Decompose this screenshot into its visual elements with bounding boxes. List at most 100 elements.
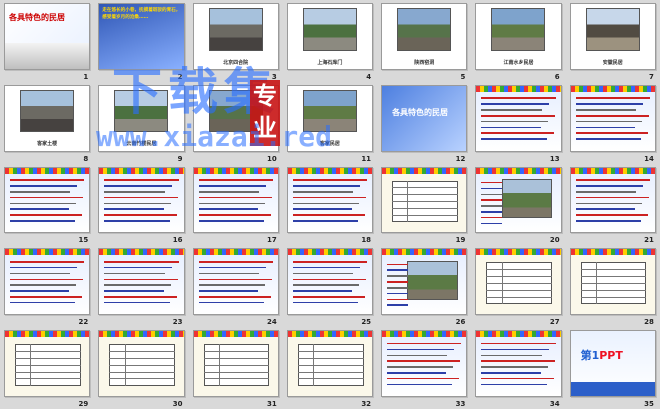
slide-thumbnail[interactable] (192, 248, 279, 316)
slide-cell: 15 (0, 164, 94, 246)
text-line (198, 220, 264, 222)
slide-thumbnail[interactable]: 各具特色的民居 (4, 3, 91, 70)
slide-thumbnail[interactable] (98, 330, 185, 397)
text-line (481, 383, 547, 386)
text-line (292, 296, 366, 298)
slide-cell: 26 (377, 245, 471, 327)
text-line (575, 214, 648, 216)
text-line (387, 298, 409, 301)
slide-thumbnail[interactable]: 陕西窑洞 (381, 3, 468, 70)
slide-caption: 客家土楼 (37, 141, 58, 148)
text-line (10, 179, 85, 181)
slide-cell: 30 (94, 327, 188, 409)
decorative-color-bar (570, 249, 655, 256)
text-line (198, 190, 259, 193)
text-line (481, 377, 554, 380)
slide-photo (208, 89, 263, 133)
slide-caption: 陕西窑洞 (414, 59, 435, 66)
decorative-color-bar (99, 167, 184, 174)
slide-number: 14 (644, 154, 654, 163)
slide-thumbnail[interactable]: 云南竹楼民居 (98, 84, 185, 152)
text-line (481, 360, 555, 362)
slide-thumbnail[interactable]: 江南水乡民居 (475, 3, 562, 70)
slide-thumbnail[interactable] (286, 166, 374, 234)
decorative-color-bar (193, 249, 278, 256)
slide-cell: 江南水乡民居 6 (471, 0, 565, 82)
text-line (10, 190, 71, 193)
slide-thumbnail[interactable] (381, 166, 468, 234)
slide-number: 19 (455, 236, 466, 245)
slide-thumbnail[interactable]: 客家土楼 (4, 84, 91, 152)
slide-thumbnail[interactable] (381, 248, 468, 316)
slide-thumbnail[interactable] (569, 166, 656, 234)
slide-thumbnail[interactable]: 各具特色的民居 (381, 84, 468, 152)
slide-number: 17 (267, 236, 277, 245)
slide-sorter-grid: 各具特色的民居 1 走在悠长的小巷，抚摸着斑驳的青石，感受着岁月的沧桑…… 2 北京四合… (0, 0, 660, 409)
text-line (575, 220, 641, 222)
text-line (10, 208, 70, 210)
text-line (575, 120, 642, 123)
text-line (198, 261, 273, 263)
slide-number: 24 (267, 318, 277, 327)
slide-number: 2 (177, 72, 183, 81)
slide-number: 13 (549, 154, 560, 163)
slide-thumbnail[interactable] (192, 330, 279, 397)
text-line (575, 132, 648, 135)
text-line (387, 360, 461, 362)
text-line (10, 284, 77, 286)
slide-number: 18 (361, 236, 372, 245)
slide-thumbnail[interactable] (98, 248, 185, 316)
slide-thumbnail[interactable] (569, 84, 656, 152)
slide-number: 34 (549, 399, 560, 408)
slide-thumbnail[interactable] (286, 330, 374, 397)
text-line (198, 272, 259, 275)
table-row-line (392, 187, 458, 189)
table-row-line (203, 351, 270, 352)
text-line (104, 196, 178, 199)
text-line (481, 222, 503, 225)
slide-thumbnail[interactable] (381, 330, 468, 397)
slide-thumbnail[interactable] (475, 330, 562, 397)
slide-thumbnail[interactable] (192, 166, 279, 234)
slide-thumbnail[interactable] (98, 166, 185, 234)
text-line (198, 296, 271, 298)
text-line (10, 185, 78, 187)
text-line (481, 138, 547, 140)
text-line (387, 377, 460, 380)
slide-cell: 27 (471, 245, 565, 327)
text-line (575, 208, 635, 210)
text-line (387, 304, 409, 307)
slide-thumbnail[interactable]: 北京四合院 (192, 3, 279, 70)
table-row-line (486, 276, 553, 278)
slide-thumbnail[interactable] (569, 248, 656, 316)
text-line (198, 196, 272, 199)
text-line (387, 354, 448, 357)
text-line (104, 185, 172, 187)
slide-thumbnail[interactable] (4, 166, 91, 234)
text-line (198, 185, 266, 187)
slide-thumbnail[interactable]: 第1PPT (569, 330, 656, 397)
slide-thumbnail[interactable]: 走在悠长的小巷，抚摸着斑驳的青石，感受着岁月的沧桑…… (98, 3, 185, 70)
slide-thumbnail[interactable] (475, 84, 562, 152)
text-line (198, 301, 264, 304)
slide-thumbnail[interactable]: 上海石库门 (286, 3, 374, 70)
text-line (575, 179, 650, 181)
text-line (481, 354, 542, 357)
slide-thumbnail[interactable] (4, 248, 91, 316)
slide-title: 各具特色的民居 (392, 107, 449, 117)
slide-number: 20 (549, 236, 560, 245)
slide-thumbnail[interactable] (192, 84, 279, 152)
slide-thumbnail[interactable] (4, 330, 91, 397)
text-line (10, 214, 83, 216)
text-line (481, 120, 548, 123)
table-row-line (486, 269, 553, 271)
slide-thumbnail[interactable] (475, 166, 562, 234)
slide-thumbnail[interactable] (286, 248, 374, 316)
slide-thumbnail[interactable]: 安徽民居 (569, 3, 656, 70)
text-line (481, 187, 503, 190)
slide-cell: 33 (377, 327, 471, 409)
slide-thumbnail[interactable]: 客家民居 (286, 84, 374, 152)
text-line (387, 348, 455, 351)
slide-thumbnail[interactable] (475, 248, 562, 316)
table-row-line (392, 201, 458, 203)
